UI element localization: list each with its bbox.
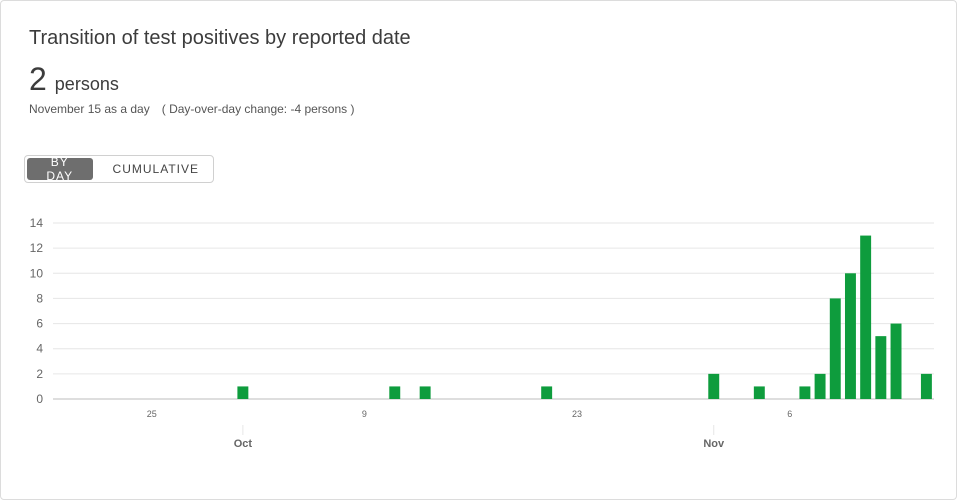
chart-card: Transition of test positives by reported… [0,0,957,500]
bar[interactable] [541,386,553,399]
bars [237,235,932,399]
x-month-label: Nov [703,438,725,450]
bar[interactable] [753,386,765,399]
bar[interactable] [844,273,856,399]
y-tick-label: 4 [36,342,43,356]
y-tick-label: 8 [36,291,43,305]
bar[interactable] [389,386,401,399]
x-tick-label: 6 [787,409,792,419]
y-tick-label: 10 [30,266,44,280]
bar[interactable] [799,386,811,399]
x-tick-label: 23 [572,409,582,419]
x-tick-label: 9 [362,409,367,419]
bar[interactable] [860,235,872,399]
gridlines [53,222,934,400]
x-month-label: Oct [234,438,253,450]
y-tick-label: 6 [36,317,43,331]
bar[interactable] [829,298,841,399]
bar[interactable] [237,386,249,399]
y-tick-label: 14 [30,216,44,230]
y-tick-label: 2 [36,367,43,381]
bar[interactable] [814,373,826,399]
bar-chart: 0 2 4 6 8 10 12 14 25 9 23 6 Oct Nov [30,216,934,450]
bar[interactable] [890,323,902,399]
y-axis-ticks: 0 2 4 6 8 10 12 14 [30,216,44,406]
y-tick-label: 12 [30,241,44,255]
bar[interactable] [419,386,431,399]
x-axis-ticks: 25 9 23 6 Oct Nov [147,409,792,450]
y-tick-label: 0 [36,392,43,406]
bar[interactable] [920,373,932,399]
bar[interactable] [875,336,887,399]
bar[interactable] [708,373,720,399]
x-tick-label: 25 [147,409,157,419]
